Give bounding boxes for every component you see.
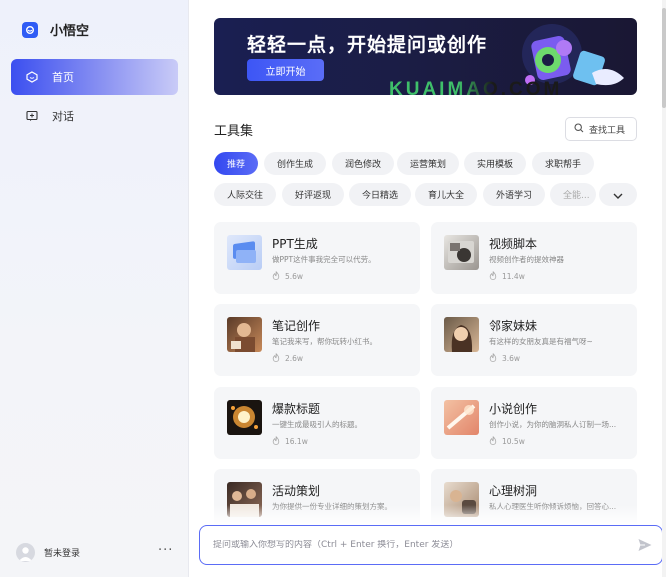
category-chip[interactable]: 求职帮手 [532, 152, 594, 175]
tool-card-video-script[interactable]: 视频脚本 视频创作者的提效神器 11.4w [431, 222, 637, 294]
home-icon [25, 70, 39, 84]
fire-icon [489, 271, 497, 282]
category-chip[interactable]: 外语学习 [483, 183, 545, 206]
ppt-thumbnail-icon [227, 235, 262, 270]
category-chip[interactable]: 运营策划 [397, 152, 459, 175]
tool-card-desc: 有这样的女朋友真是有福气呀~ [489, 337, 593, 346]
usage-stat: 3.6w [489, 353, 520, 364]
nav-item-chat[interactable]: 对话 [11, 98, 178, 134]
novel-thumbnail-icon [444, 400, 479, 435]
avatar [16, 543, 35, 562]
category-chip[interactable]: 创作生成 [264, 152, 326, 175]
usage-stat: 11.4w [489, 271, 525, 282]
brand[interactable]: 小悟空 [22, 20, 89, 39]
notes-thumbnail-icon [227, 317, 262, 352]
fire-icon [272, 436, 280, 447]
chevron-down-icon [612, 185, 624, 204]
prompt-input-box[interactable] [199, 525, 663, 565]
search-icon [574, 122, 584, 136]
category-chip[interactable]: 育儿大全 [415, 183, 477, 206]
fireworks-thumbnail-icon [227, 400, 262, 435]
start-now-button[interactable]: 立即开始 [247, 59, 324, 81]
sidebar: 小悟空 首页 对话 暂未登录 ··· [0, 0, 189, 577]
tool-card-ppt[interactable]: PPT生成 做PPT这件事我完全可以代劳。 5.6w [214, 222, 420, 294]
fire-icon [272, 271, 280, 282]
watermark: KUAIMAO.COM [389, 79, 563, 100]
category-chip-recommended[interactable]: 推荐 [214, 152, 258, 175]
tool-card-title: PPT生成 [272, 237, 318, 251]
tool-card-viral-title[interactable]: 爆款标题 一键生成最吸引人的标题。 16.1w [214, 387, 420, 459]
usage-count: 16.1w [285, 437, 308, 446]
tool-card-desc: 视频创作者的提效神器 [489, 255, 564, 264]
more-options-icon[interactable]: ··· [158, 543, 173, 558]
category-chip[interactable]: 实用模板 [464, 152, 526, 175]
tool-card-desc: 创作小说，为你的脑洞私人订制一场... [489, 420, 617, 429]
fire-icon [489, 436, 497, 447]
scrollbar-thumb[interactable] [662, 8, 666, 108]
fire-icon [272, 353, 280, 364]
category-chip[interactable]: 人际交往 [214, 183, 276, 206]
usage-count: 5.6w [285, 272, 304, 281]
usage-stat: 2.6w [272, 353, 303, 364]
tool-card-title: 爆款标题 [272, 402, 321, 416]
chat-icon [25, 109, 39, 123]
tool-card-title: 笔记创作 [272, 319, 321, 333]
expand-categories-button[interactable] [599, 183, 637, 206]
user-area[interactable]: 暂未登录 ··· [16, 543, 176, 562]
usage-stat: 10.5w [489, 436, 525, 447]
prompt-input[interactable] [213, 540, 613, 550]
girl-portrait-thumbnail-icon [444, 317, 479, 352]
tool-card-title: 视频脚本 [489, 237, 538, 251]
nav-item-label: 首页 [52, 71, 74, 84]
category-chip[interactable]: 今日精选 [349, 183, 411, 206]
nav-item-home[interactable]: 首页 [11, 59, 178, 95]
video-script-thumbnail-icon [444, 235, 479, 270]
usage-count: 11.4w [502, 272, 525, 281]
category-chip[interactable]: 全能... [550, 183, 596, 206]
tool-card-title: 邻家妹妹 [489, 319, 538, 333]
find-tools-label: 查找工具 [589, 125, 626, 136]
tool-card-desc: 笔记我来写，帮你玩转小红书。 [272, 337, 377, 346]
tool-card-notes[interactable]: 笔记创作 笔记我来写，帮你玩转小红书。 2.6w [214, 304, 420, 376]
brand-name: 小悟空 [50, 24, 90, 39]
tool-card-desc: 一键生成最吸引人的标题。 [272, 420, 362, 429]
tools-section-title: 工具集 [214, 124, 254, 139]
category-chip[interactable]: 润色修改 [332, 152, 394, 175]
list-fade-overlay [209, 505, 649, 525]
usage-count: 3.6w [502, 354, 521, 363]
tool-card-title: 小说创作 [489, 402, 538, 416]
tool-card-novel[interactable]: 小说创作 创作小说，为你的脑洞私人订制一场... 10.5w [431, 387, 637, 459]
tool-card-desc: 做PPT这件事我完全可以代劳。 [272, 255, 376, 264]
usage-count: 2.6w [285, 354, 304, 363]
tool-card-title: 心理树洞 [489, 484, 538, 498]
brand-logo-icon [22, 21, 38, 38]
nav-item-label: 对话 [52, 110, 74, 123]
category-chip[interactable]: 好评返现 [282, 183, 344, 206]
main-content: 轻轻一点，开始提问或创作 立即开始 KUAIMAO.COM 工具集 查找工具 推… [189, 0, 666, 577]
tool-card-girlfriend[interactable]: 邻家妹妹 有这样的女朋友真是有福气呀~ 3.6w [431, 304, 637, 376]
usage-stat: 5.6w [272, 271, 303, 282]
send-icon[interactable] [637, 537, 653, 557]
banner-title: 轻轻一点，开始提问或创作 [247, 34, 488, 56]
usage-stat: 16.1w [272, 436, 308, 447]
login-status: 暂未登录 [44, 549, 81, 559]
usage-count: 10.5w [502, 437, 525, 446]
tool-card-title: 活动策划 [272, 484, 321, 498]
find-tools-button[interactable]: 查找工具 [565, 117, 637, 141]
fire-icon [489, 353, 497, 364]
